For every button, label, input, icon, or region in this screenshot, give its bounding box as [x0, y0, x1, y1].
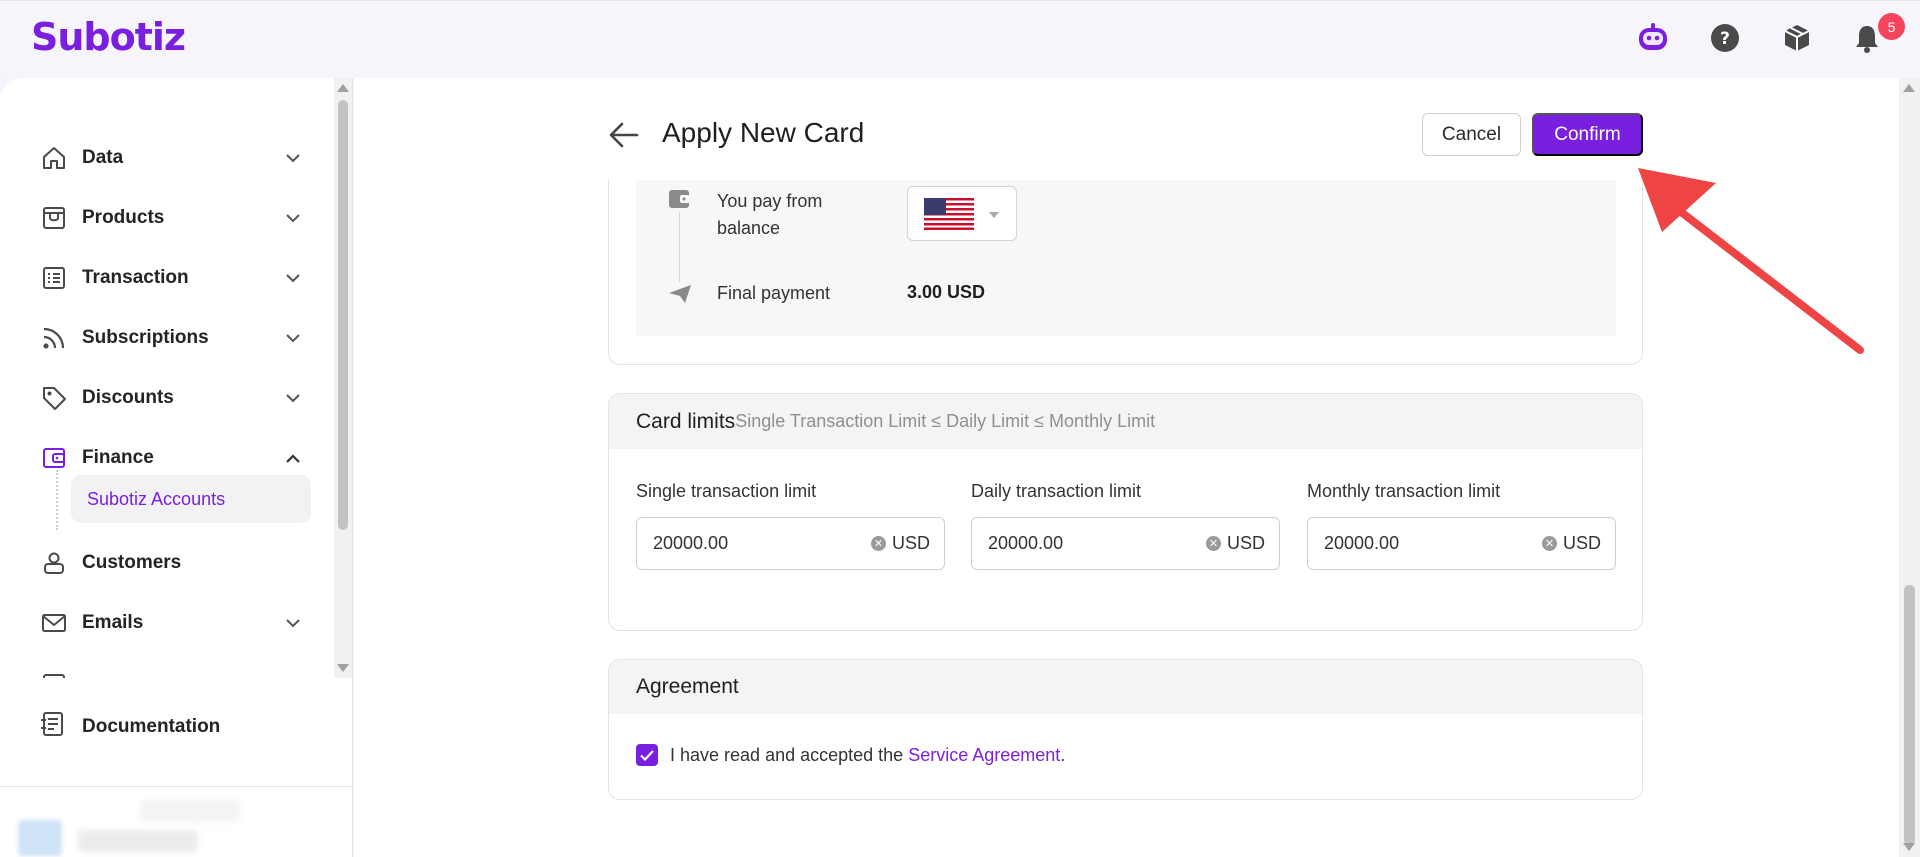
clear-icon[interactable]: ✕: [870, 536, 886, 551]
final-payment-value: 3.00 USD: [907, 282, 986, 302]
field-unit: USD: [891, 533, 930, 553]
agreement-row: I have read and accepted the Service Agr…: [636, 744, 1065, 766]
daily-limit-label: Daily transaction limit: [971, 481, 1142, 501]
check-icon: [640, 749, 654, 761]
sidebar-scrollbar[interactable]: [334, 78, 352, 678]
sidebar-item-transaction[interactable]: Transaction: [38, 258, 303, 298]
sidebar-item-label: Customers: [82, 552, 182, 573]
field-unit: USD: [1562, 533, 1601, 553]
card-limits-header: Card limits Single Transaction Limit ≤ D…: [609, 394, 1642, 449]
sidebar-item-discounts[interactable]: Discounts: [38, 378, 303, 418]
agreement-text-prefix: I have read and accepted the: [670, 744, 909, 765]
field-unit: USD: [1226, 533, 1265, 553]
monthly-limit-label: Monthly transaction limit: [1307, 481, 1501, 501]
pay-from-label: You pay from balance: [717, 191, 823, 238]
sidebar-item-label: Data: [82, 147, 124, 168]
sidebar-item-label: Subscriptions: [82, 327, 209, 348]
card-limits-title: Card limits: [636, 409, 736, 433]
sidebar-item-label: Products: [82, 207, 165, 228]
package-icon[interactable]: [1780, 21, 1814, 55]
main-scrollbar[interactable]: [1899, 78, 1920, 857]
rss-icon: [38, 322, 70, 354]
caret-down-icon: [989, 212, 999, 218]
user-icon: [38, 547, 70, 579]
sidebar-item-products[interactable]: Products: [38, 198, 303, 238]
svg-text:?: ?: [1720, 29, 1730, 49]
sidebar-item-label: Discounts: [82, 387, 174, 408]
tree-connector: [56, 470, 58, 530]
list-icon: [38, 262, 70, 294]
app-logo[interactable]: Subotiz: [31, 15, 186, 59]
send-icon: [667, 283, 693, 310]
page-title: Apply New Card: [662, 117, 865, 148]
chevron-down-icon[interactable]: [283, 208, 303, 228]
scroll-up-icon[interactable]: [1903, 84, 1915, 92]
sidebar-item-finance[interactable]: Finance: [38, 438, 303, 478]
sidebar-item-data[interactable]: Data: [38, 138, 303, 178]
blurred-user-text: [140, 800, 240, 822]
chevron-down-icon[interactable]: [283, 388, 303, 408]
tag-icon: [38, 382, 70, 414]
wallet-icon: [38, 442, 70, 474]
daily-limit-input[interactable]: 20000.00 ✕ USD: [971, 517, 1280, 570]
sidebar-subitem-subotiz-accounts[interactable]: Subotiz Accounts: [71, 475, 311, 523]
us-flag-icon: [924, 198, 974, 230]
scroll-up-icon[interactable]: [337, 84, 349, 92]
field-value: 20000.00: [988, 533, 1064, 553]
chevron-down-icon[interactable]: [283, 148, 303, 168]
sidebar-item-subscriptions[interactable]: Subscriptions: [38, 318, 303, 358]
mail-icon: [38, 607, 70, 639]
scroll-down-icon[interactable]: [337, 664, 349, 672]
confirm-button[interactable]: Confirm: [1532, 113, 1643, 156]
agreement-text-suffix: .: [1060, 744, 1066, 765]
wallet-icon: [667, 188, 693, 217]
field-value: 20000.00: [653, 533, 729, 553]
back-arrow-icon[interactable]: [608, 120, 640, 150]
scroll-down-icon[interactable]: [1903, 843, 1915, 851]
sidebar-item-partial[interactable]: [38, 663, 303, 678]
single-limit-label: Single transaction limit: [636, 481, 817, 501]
sidebar-item-customers[interactable]: Customers: [38, 543, 303, 583]
chevron-down-icon[interactable]: [283, 328, 303, 348]
chevron-down-icon[interactable]: [283, 268, 303, 288]
field-value: 20000.00: [1324, 533, 1400, 553]
sidebar-divider: [0, 786, 353, 787]
calendar-icon: [38, 667, 70, 678]
agreement-checkbox[interactable]: [636, 744, 658, 766]
sidebar-item-label: Transaction: [82, 267, 189, 288]
step-connector: [679, 212, 680, 282]
chevron-down-icon[interactable]: [283, 613, 303, 633]
card-limits-subtitle: Single Transaction Limit ≤ Daily Limit ≤…: [735, 411, 1156, 431]
sidebar: Data Products Transaction Subscriptions: [0, 78, 353, 857]
sidebar-item-label: Emails: [82, 612, 144, 633]
top-header: Subotiz ? 5: [0, 0, 1920, 78]
documentation-icon: [38, 710, 66, 743]
blurred-user-name: [78, 830, 198, 852]
agreement-section: Agreement: [608, 659, 1643, 800]
sidebar-nav: Data Products Transaction Subscriptions: [0, 78, 353, 678]
sidebar-item-documentation[interactable]: Documentation: [38, 710, 220, 743]
documentation-label: Documentation: [82, 715, 221, 737]
clear-icon[interactable]: ✕: [1541, 536, 1557, 551]
sidebar-item-label: Finance: [82, 447, 154, 468]
ai-assistant-icon[interactable]: [1636, 21, 1670, 55]
single-limit-input[interactable]: 20000.00 ✕ USD: [636, 517, 945, 570]
service-agreement-link[interactable]: Service Agreement: [908, 745, 1060, 766]
store-icon: [38, 202, 70, 234]
chevron-up-icon[interactable]: [283, 448, 303, 468]
currency-select[interactable]: [907, 186, 1017, 241]
cancel-button[interactable]: Cancel: [1422, 113, 1521, 156]
blurred-avatar[interactable]: [18, 820, 62, 856]
sidebar-item-emails[interactable]: Emails: [38, 603, 303, 643]
main-scrollbar-thumb[interactable]: [1904, 585, 1915, 845]
monthly-limit-input[interactable]: 20000.00 ✕ USD: [1307, 517, 1616, 570]
help-icon[interactable]: ?: [1708, 21, 1742, 55]
sidebar-scrollbar-thumb[interactable]: [338, 100, 348, 530]
final-payment-label: Final payment: [717, 283, 831, 303]
clear-icon[interactable]: ✕: [1205, 536, 1221, 551]
agreement-title: Agreement: [609, 660, 1642, 714]
notification-badge: 5: [1878, 13, 1905, 40]
card-limits-section: Card limits Single Transaction Limit ≤ D…: [608, 393, 1643, 631]
home-icon: [38, 142, 70, 174]
